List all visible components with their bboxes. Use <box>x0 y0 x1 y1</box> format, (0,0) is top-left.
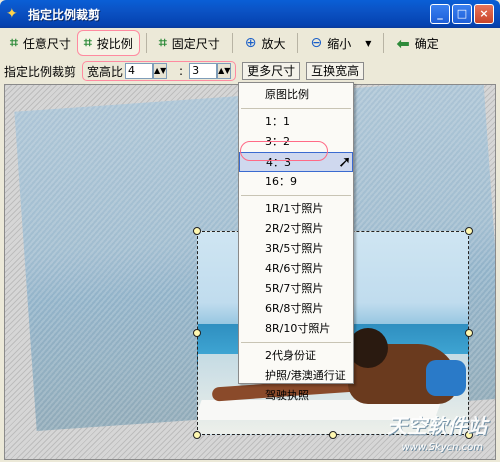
zoom-in-button[interactable]: ⊕ 放大 <box>239 30 292 56</box>
chevron-down-icon[interactable]: ▼ <box>365 39 371 48</box>
by-ratio-button[interactable]: ⌗ 按比例 <box>76 30 140 56</box>
selection-highlight-ring <box>240 141 328 161</box>
fixed-size-button[interactable]: ⌗ 固定尺寸 <box>153 30 226 56</box>
crop-handle-left[interactable] <box>193 329 201 337</box>
more-sizes-button[interactable]: 更多尺寸 <box>242 62 301 80</box>
app-icon: ✦ <box>6 6 18 22</box>
more-sizes-menu: 原图比例 1：1 3：2 4：3 16：9 1R/1寸照片 2R/2寸照片 3R… <box>238 82 354 402</box>
confirm-button[interactable]: ⬅ 确定 <box>390 30 444 56</box>
ratio-label: 宽高比 <box>87 64 124 79</box>
crop-icon: ⌗ <box>158 35 167 51</box>
mouse-cursor-icon: ➚ <box>338 152 352 171</box>
crop-handle-top-right[interactable] <box>465 227 473 235</box>
toolbar-separator <box>145 33 147 53</box>
zoom-out-label: 缩小 <box>327 36 352 51</box>
free-size-button[interactable]: ⌗ 任意尺寸 <box>4 30 77 56</box>
watermark-logo: 天空软件站 <box>387 414 487 438</box>
menu-item-8r[interactable]: 8R/10寸照片 <box>239 319 353 339</box>
options-row: 指定比例裁剪 宽高比 4 ▲▼ : 3 ▲▼ 更多尺寸 互换宽高 <box>4 60 496 82</box>
menu-item-1-1[interactable]: 1：1 <box>239 112 353 132</box>
menu-item-1r[interactable]: 1R/1寸照片 <box>239 199 353 219</box>
crop-handle-right[interactable] <box>465 329 473 337</box>
ratio-width-input[interactable]: 4 <box>125 63 154 79</box>
menu-item-driver-license[interactable]: 驾驶执照 <box>239 386 353 406</box>
ratio-colon: : <box>179 64 184 78</box>
arrow-left-icon: ⬅ <box>396 33 410 53</box>
toolbar: ⌗ 任意尺寸 ⌗ 按比例 ⌗ 固定尺寸 ⊕ 放大 ⊖ 缩小 ▼ ⬅ 确定 <box>4 28 496 58</box>
by-ratio-label: 按比例 <box>96 36 133 51</box>
menu-item-3r[interactable]: 3R/5寸照片 <box>239 239 353 259</box>
menu-separator <box>241 108 351 109</box>
menu-item-passport[interactable]: 护照/港澳通行证 <box>239 366 353 386</box>
crop-icon: ⌗ <box>83 35 92 51</box>
zoom-out-icon: ⊖ <box>310 35 323 51</box>
toolbar-separator <box>297 33 299 53</box>
menu-item-id-card[interactable]: 2代身份证 <box>239 346 353 366</box>
crop-handle-bottom[interactable] <box>329 431 337 439</box>
crop-icon: ⌗ <box>10 35 18 51</box>
fixed-size-label: 固定尺寸 <box>171 36 220 51</box>
menu-item-5r[interactable]: 5R/7寸照片 <box>239 279 353 299</box>
toolbar-separator <box>383 33 385 53</box>
zoom-in-icon: ⊕ <box>244 35 257 51</box>
menu-separator <box>241 342 351 343</box>
zoom-in-label: 放大 <box>261 36 286 51</box>
watermark-url: www.Skycn.com <box>401 442 483 453</box>
width-spinner[interactable]: ▲▼ <box>153 63 168 79</box>
ratio-height-input[interactable]: 3 <box>189 63 218 79</box>
crop-mode-label: 指定比例裁剪 <box>4 64 77 79</box>
menu-item-6r[interactable]: 6R/8寸照片 <box>239 299 353 319</box>
free-size-label: 任意尺寸 <box>22 36 71 51</box>
window-controls: _ □ × <box>430 4 494 24</box>
window-title: 指定比例裁剪 <box>28 7 101 22</box>
menu-item-2r[interactable]: 2R/2寸照片 <box>239 219 353 239</box>
toolbar-separator <box>231 33 233 53</box>
close-button[interactable]: × <box>474 4 494 24</box>
title-bar: ✦ 指定比例裁剪 _ □ × <box>0 0 500 28</box>
menu-item-16-9[interactable]: 16：9 <box>239 172 353 192</box>
swap-ratio-button[interactable]: 互换宽高 <box>306 62 365 80</box>
height-spinner[interactable]: ▲▼ <box>217 63 232 79</box>
zoom-out-button[interactable]: ⊖ 缩小 ▼ <box>304 30 377 56</box>
crop-handle-top-left[interactable] <box>193 227 201 235</box>
confirm-label: 确定 <box>414 36 439 51</box>
crop-handle-bottom-left[interactable] <box>193 431 201 439</box>
maximize-button[interactable]: □ <box>452 4 472 24</box>
minimize-button[interactable]: _ <box>430 4 450 24</box>
ratio-group: 宽高比 4 ▲▼ : 3 ▲▼ <box>82 61 237 81</box>
menu-item-4r[interactable]: 4R/6寸照片 <box>239 259 353 279</box>
menu-separator <box>241 195 351 196</box>
menu-item-original-ratio[interactable]: 原图比例 <box>239 85 353 105</box>
